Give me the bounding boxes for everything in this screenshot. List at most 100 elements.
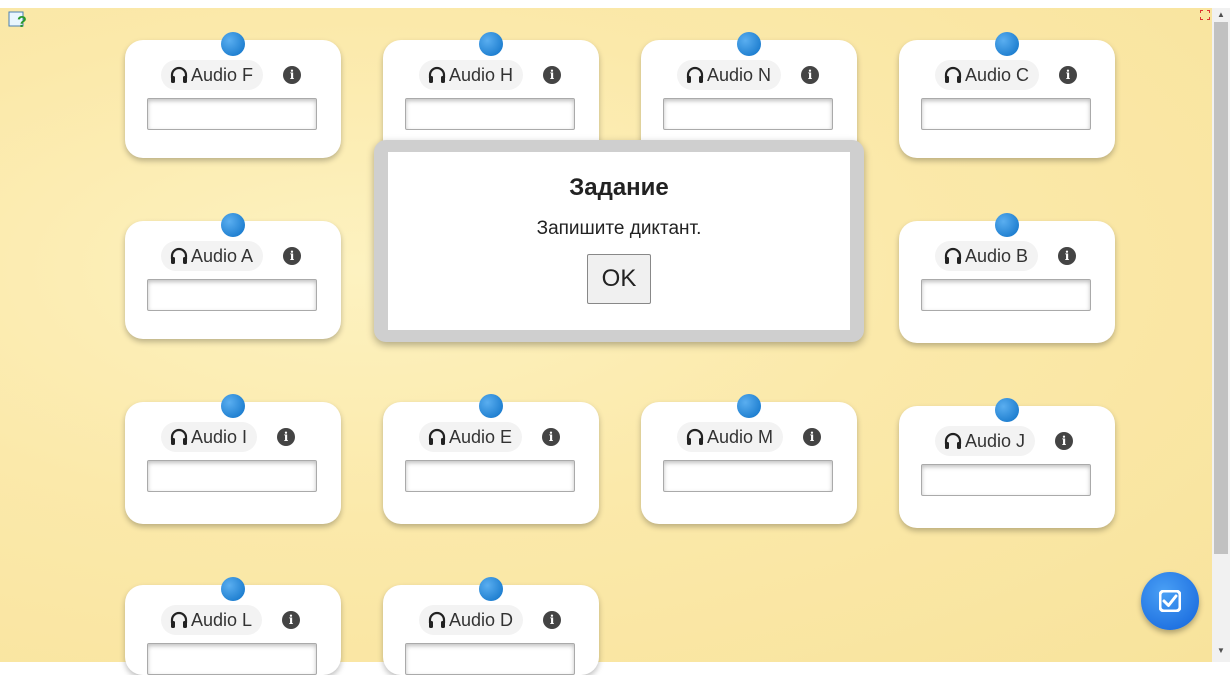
- pin-icon: [995, 213, 1019, 237]
- headphones-icon: [170, 611, 188, 628]
- answer-input[interactable]: [405, 643, 575, 675]
- audio-play-button[interactable]: Audio A: [161, 241, 264, 271]
- audio-label: Audio F: [191, 64, 254, 85]
- audio-label: Audio A: [191, 245, 254, 266]
- info-icon[interactable]: i: [801, 66, 820, 84]
- audio-label: Audio M: [707, 426, 774, 447]
- headphones-icon: [170, 428, 188, 445]
- answer-input[interactable]: [921, 279, 1091, 311]
- audio-play-button[interactable]: Audio B: [935, 241, 1039, 271]
- card-header: Audio C i: [935, 60, 1078, 90]
- audio-play-button[interactable]: Audio D: [419, 605, 524, 635]
- audio-play-button[interactable]: Audio H: [419, 60, 524, 90]
- info-icon[interactable]: i: [277, 428, 296, 446]
- info-icon[interactable]: i: [1058, 247, 1077, 265]
- audio-play-button[interactable]: Audio N: [677, 60, 782, 90]
- headphones-icon: [686, 428, 704, 445]
- info-icon[interactable]: i: [543, 611, 562, 629]
- audio-label: Audio I: [191, 426, 248, 447]
- pin-icon: [737, 394, 761, 418]
- headphones-icon: [944, 247, 962, 264]
- answer-input[interactable]: [147, 460, 317, 492]
- audio-play-button[interactable]: Audio M: [677, 422, 784, 452]
- scroll-up-icon[interactable]: ▲: [1216, 10, 1226, 20]
- audio-card: Audio B i: [899, 213, 1115, 343]
- info-icon[interactable]: i: [542, 428, 561, 446]
- ok-button[interactable]: OK: [587, 254, 651, 304]
- dialog-text: Запишите диктант.: [536, 218, 702, 239]
- audio-play-button[interactable]: Audio I: [161, 422, 258, 452]
- card-header: Audio A i: [161, 241, 302, 271]
- audio-label: Audio J: [965, 430, 1026, 451]
- audio-label: Audio L: [191, 609, 253, 630]
- card-header: Audio N i: [677, 60, 820, 90]
- headphones-icon: [686, 66, 704, 83]
- task-dialog: Задание Запишите диктант. OK: [374, 140, 864, 342]
- card-header: Audio H i: [419, 60, 562, 90]
- audio-play-button[interactable]: Audio J: [935, 426, 1036, 456]
- scroll-down-icon[interactable]: ▼: [1216, 646, 1226, 656]
- card-header: Audio M i: [677, 422, 822, 452]
- pin-icon: [479, 577, 503, 601]
- info-icon[interactable]: i: [1059, 66, 1078, 84]
- task-dialog-body: Задание Запишите диктант. OK: [388, 152, 850, 330]
- audio-play-button[interactable]: Audio C: [935, 60, 1040, 90]
- pin-icon: [479, 32, 503, 56]
- pin-icon: [221, 394, 245, 418]
- audio-play-button[interactable]: Audio F: [161, 60, 264, 90]
- card-header: Audio J i: [935, 426, 1074, 456]
- headphones-icon: [428, 611, 446, 628]
- audio-label: Audio D: [449, 609, 514, 630]
- answer-input[interactable]: [147, 643, 317, 675]
- audio-card: Audio I i: [125, 394, 341, 524]
- answer-input[interactable]: [663, 460, 833, 492]
- fullscreen-icon[interactable]: [1200, 10, 1210, 20]
- audio-play-button[interactable]: Audio E: [419, 422, 523, 452]
- audio-card: Audio A i: [125, 213, 341, 339]
- audio-label: Audio E: [449, 426, 513, 447]
- pin-icon: [995, 32, 1019, 56]
- headphones-icon: [944, 432, 962, 449]
- svg-text:?: ?: [17, 14, 27, 30]
- audio-label: Audio N: [707, 64, 772, 85]
- info-icon[interactable]: i: [283, 66, 302, 84]
- pin-icon: [479, 394, 503, 418]
- info-icon[interactable]: i: [283, 247, 302, 265]
- audio-label: Audio C: [965, 64, 1030, 85]
- info-icon[interactable]: i: [543, 66, 562, 84]
- pin-icon: [221, 213, 245, 237]
- headphones-icon: [170, 66, 188, 83]
- answer-input[interactable]: [405, 98, 575, 130]
- audio-card: Audio C i: [899, 32, 1115, 158]
- headphones-icon: [428, 66, 446, 83]
- card-header: Audio B i: [935, 241, 1077, 271]
- info-icon[interactable]: i: [1055, 432, 1074, 450]
- answer-input[interactable]: [147, 279, 317, 311]
- audio-label: Audio H: [449, 64, 514, 85]
- pin-icon: [737, 32, 761, 56]
- pin-icon: [995, 398, 1019, 422]
- headphones-icon: [428, 428, 446, 445]
- check-answers-button[interactable]: [1141, 572, 1199, 630]
- check-icon: [1159, 590, 1181, 612]
- info-icon[interactable]: i: [282, 611, 301, 629]
- audio-card: Audio M i: [641, 394, 857, 524]
- card-header: Audio L i: [161, 605, 301, 635]
- audio-play-button[interactable]: Audio L: [161, 605, 263, 635]
- pin-icon: [221, 577, 245, 601]
- answer-input[interactable]: [921, 98, 1091, 130]
- audio-card: Audio J i: [899, 398, 1115, 528]
- dialog-title: Задание: [569, 174, 669, 201]
- card-header: Audio E i: [419, 422, 561, 452]
- answer-input[interactable]: [663, 98, 833, 130]
- scroll-thumb[interactable]: [1214, 22, 1228, 554]
- audio-label: Audio B: [965, 245, 1029, 266]
- answer-input[interactable]: [405, 460, 575, 492]
- headphones-icon: [170, 247, 188, 264]
- info-icon[interactable]: i: [803, 428, 822, 446]
- headphones-icon: [944, 66, 962, 83]
- audio-card: Audio E i: [383, 394, 599, 524]
- help-icon[interactable]: ?: [8, 10, 28, 30]
- answer-input[interactable]: [147, 98, 317, 130]
- answer-input[interactable]: [921, 464, 1091, 496]
